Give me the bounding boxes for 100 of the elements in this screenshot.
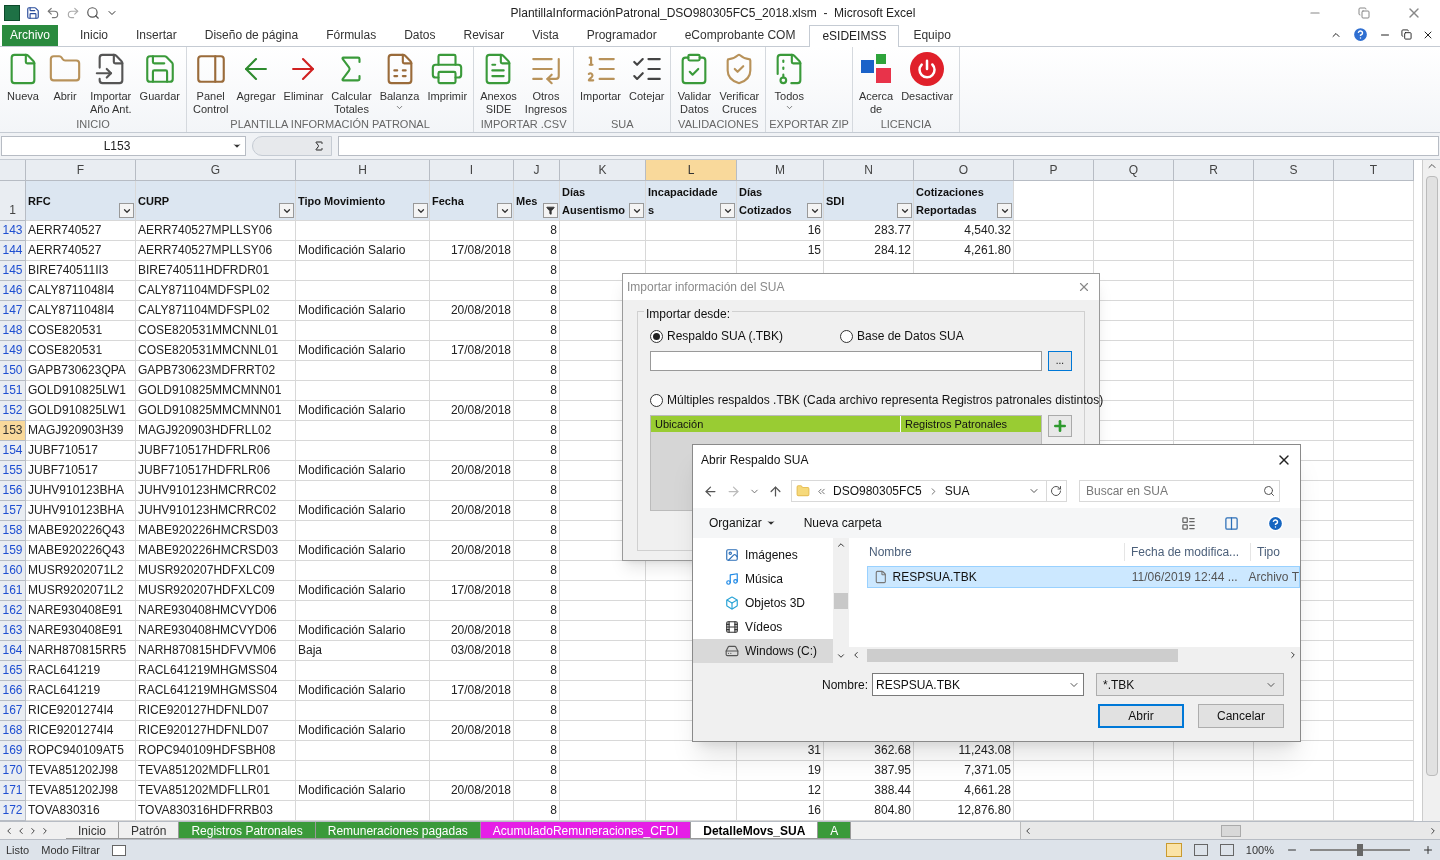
ribbon-button[interactable]: Guardar: [136, 52, 183, 103]
row-number[interactable]: 146: [0, 281, 26, 301]
row-number[interactable]: 151: [0, 381, 26, 401]
row-number[interactable]: 152: [0, 401, 26, 421]
ribbon-button[interactable]: Nueva: [3, 52, 43, 103]
new-folder-button[interactable]: Nueva carpeta: [803, 514, 882, 532]
ribbon-tab[interactable]: Insertar: [126, 25, 187, 46]
ribbon-button[interactable]: Panel Control: [189, 52, 232, 116]
filter-button[interactable]: [413, 203, 428, 218]
filter-button[interactable]: [629, 203, 644, 218]
column-header[interactable]: Fecha de modifica...: [1124, 543, 1250, 561]
ribbon-button[interactable]: Balanza: [376, 52, 423, 112]
help-icon[interactable]: [1352, 26, 1369, 43]
preview-pane-icon[interactable]: [1224, 515, 1239, 531]
column-header[interactable]: O: [914, 160, 1014, 181]
breadcrumb-item[interactable]: SUA: [944, 482, 970, 500]
ribbon-button[interactable]: Eliminar: [280, 52, 327, 103]
ribbon-button[interactable]: Abrir: [45, 52, 85, 103]
column-header[interactable]: S: [1254, 160, 1334, 181]
radio-button[interactable]: [650, 393, 663, 407]
row-number[interactable]: 156: [0, 481, 26, 501]
save-icon[interactable]: [26, 5, 40, 20]
sheet-tab[interactable]: Inicio: [66, 822, 119, 839]
column-header[interactable]: Nombre: [849, 543, 1124, 561]
back-icon[interactable]: [703, 483, 718, 499]
ribbon-button[interactable]: Validar Datos: [674, 52, 715, 116]
column-header[interactable]: G: [136, 160, 296, 181]
macro-record-icon[interactable]: [111, 844, 126, 856]
filter-button[interactable]: [997, 203, 1012, 218]
redo-icon[interactable]: [66, 5, 80, 20]
filter-button[interactable]: [497, 203, 512, 218]
breadcrumb-item[interactable]: DSO980305FC5: [833, 482, 922, 500]
filter-button[interactable]: [720, 203, 735, 218]
filter-button[interactable]: [897, 203, 912, 218]
column-header[interactable]: J: [514, 160, 560, 181]
row-number[interactable]: 158: [0, 521, 26, 541]
view-options-icon[interactable]: [1181, 515, 1196, 531]
row-number[interactable]: 160: [0, 561, 26, 581]
radio-label[interactable]: Base de Datos SUA: [857, 327, 964, 345]
restore-icon[interactable]: [1401, 29, 1412, 40]
first-sheet-icon[interactable]: [4, 825, 14, 836]
filter-button[interactable]: [279, 203, 294, 218]
column-header[interactable]: I: [430, 160, 514, 181]
column-header[interactable]: M: [737, 160, 824, 181]
row-number[interactable]: 159: [0, 541, 26, 561]
sheet-tab[interactable]: Registros Patronales: [179, 822, 316, 839]
zoom-in-icon[interactable]: [1422, 844, 1434, 856]
ribbon-button[interactable]: Otros Ingresos: [521, 52, 571, 116]
row-number[interactable]: 1: [0, 181, 26, 221]
formula-field[interactable]: [338, 136, 1439, 156]
column-header[interactable]: H: [296, 160, 430, 181]
last-sheet-icon[interactable]: [40, 825, 50, 836]
zoom-thumb[interactable]: [1357, 844, 1363, 856]
nav-item[interactable]: Windows (C:): [693, 639, 833, 663]
row-number[interactable]: 168: [0, 721, 26, 741]
ribbon-tab[interactable]: Inicio: [70, 25, 119, 46]
ribbon-tab[interactable]: Programador: [576, 25, 667, 46]
ribbon-button[interactable]: Acerca de: [855, 52, 897, 116]
filter-button[interactable]: [119, 203, 134, 218]
ribbon-tab[interactable]: Diseño de página: [194, 25, 309, 46]
ribbon-button[interactable]: Imprimir: [424, 52, 471, 103]
caret-icon[interactable]: [232, 141, 242, 151]
ribbon-tab[interactable]: Fórmulas: [316, 25, 387, 46]
nav-item[interactable]: Imágenes: [693, 543, 833, 567]
layout-view-icon[interactable]: [1193, 844, 1208, 856]
ribbon-button[interactable]: Desactivar: [898, 52, 957, 103]
refresh-icon[interactable]: [1050, 485, 1062, 497]
row-number[interactable]: 153: [0, 421, 26, 441]
row-number[interactable]: 144: [0, 241, 26, 261]
ribbon-button[interactable]: Anexos SIDE: [477, 52, 520, 116]
sheet-tab[interactable]: AcumuladoRemuneraciones_CFDI: [480, 822, 692, 839]
row-number[interactable]: 164: [0, 641, 26, 661]
scroll-right-icon[interactable]: [1428, 825, 1438, 836]
column-header[interactable]: T: [1334, 160, 1414, 181]
column-header[interactable]: L: [646, 160, 737, 181]
row-number[interactable]: 143: [0, 221, 26, 241]
sheet-tab[interactable]: Patrón: [119, 822, 180, 839]
sheet-tab[interactable]: DetalleMovs_SUA: [691, 822, 819, 839]
radio-button[interactable]: [650, 329, 663, 343]
row-number[interactable]: 155: [0, 461, 26, 481]
next-sheet-icon[interactable]: [28, 825, 38, 836]
scroll-down-icon[interactable]: [836, 651, 846, 661]
previous-sheet-icon[interactable]: [16, 825, 26, 836]
ribbon-tab[interactable]: Datos: [394, 25, 446, 46]
nav-item[interactable]: Objetos 3D: [693, 591, 833, 615]
row-number[interactable]: 167: [0, 701, 26, 721]
row-number[interactable]: 172: [0, 801, 26, 821]
row-number[interactable]: 150: [0, 361, 26, 381]
filter-button[interactable]: [807, 203, 822, 218]
ribbon-tab[interactable]: Archivo: [2, 25, 58, 46]
browse-button[interactable]: ...: [1047, 351, 1072, 371]
ribbon-button[interactable]: Importar Año Ant.: [87, 52, 135, 116]
sheet-tab[interactable]: Remuneraciones pagadas: [315, 822, 481, 839]
column-header[interactable]: N: [824, 160, 914, 181]
ribbon-button[interactable]: Cotejar: [626, 52, 668, 103]
zoom-slider[interactable]: [1310, 844, 1410, 856]
scroll-thumb[interactable]: [834, 592, 848, 609]
ribbon-tab[interactable]: eSIDEIMSS: [809, 25, 900, 47]
scroll-right-icon[interactable]: [1288, 650, 1298, 660]
row-number[interactable]: 148: [0, 321, 26, 341]
